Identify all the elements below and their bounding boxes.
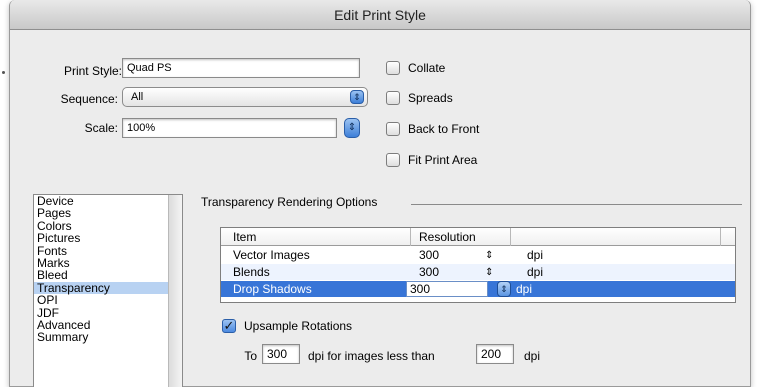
- group-divider: [411, 204, 742, 205]
- upsample-to-input[interactable]: 300: [262, 344, 300, 364]
- fit-print-area-label: Fit Print Area: [408, 153, 478, 167]
- scale-label: Scale:: [84, 121, 118, 135]
- to-label: To: [244, 349, 257, 363]
- column-header-item[interactable]: Item: [221, 228, 411, 246]
- collate-checkbox[interactable]: [386, 61, 400, 75]
- spreads-label: Spreads: [408, 91, 453, 105]
- list-item-bleed[interactable]: Bleed: [34, 269, 182, 282]
- upsample-threshold-input[interactable]: 200: [476, 344, 514, 364]
- collate-option[interactable]: Collate: [386, 59, 445, 77]
- upsample-rotations-label: Upsample Rotations: [244, 319, 353, 333]
- settings-category-list[interactable]: Device Pages Colors Pictures Fonts Marks Bleed…: [33, 194, 183, 387]
- dpi-less-than-label: dpi for images less than: [308, 349, 435, 363]
- column-header-unit[interactable]: [511, 228, 721, 246]
- back-to-front-checkbox[interactable]: [386, 122, 400, 136]
- dpi-label: dpi: [524, 349, 541, 363]
- stray-dot: [2, 71, 5, 74]
- table-row[interactable]: Blends 300 ⇕ dpi: [221, 264, 735, 280]
- sequence-label: Sequence:: [60, 92, 118, 106]
- sequence-select[interactable]: All ⇕: [122, 87, 368, 107]
- dialog-title: Edit Print Style: [10, 0, 750, 30]
- row-resolution: 300: [419, 248, 440, 262]
- back-to-front-label: Back to Front: [408, 122, 480, 136]
- updown-arrows-icon[interactable]: ⇕: [485, 248, 493, 264]
- row-item: Blends: [233, 265, 270, 279]
- list-item-pages[interactable]: Pages: [34, 207, 182, 220]
- edit-print-style-dialog: Edit Print Style Print Style: Quad PS Se…: [9, 0, 751, 387]
- updown-arrows-icon[interactable]: ⇕: [485, 265, 493, 281]
- row-unit: dpi: [516, 282, 533, 296]
- row-unit: dpi: [527, 265, 544, 279]
- sequence-value: All: [131, 91, 144, 103]
- list-item-summary[interactable]: Summary: [34, 331, 182, 344]
- scale-input[interactable]: 100%: [122, 118, 337, 138]
- scale-stepper[interactable]: ⇕: [344, 118, 360, 138]
- resolution-stepper[interactable]: ⇕: [497, 281, 511, 297]
- collate-label: Collate: [408, 61, 446, 75]
- row-item: Drop Shadows: [233, 282, 312, 296]
- row-item: Vector Images: [233, 248, 310, 262]
- spreads-checkbox[interactable]: [386, 91, 400, 105]
- row-resolution: 300: [419, 265, 440, 279]
- upsample-rotations-checkbox[interactable]: ✓: [222, 319, 236, 333]
- fit-print-area-checkbox[interactable]: [386, 153, 400, 167]
- table-row[interactable]: Vector Images 300 ⇕ dpi: [221, 247, 735, 263]
- print-style-label: Print Style:: [63, 64, 122, 78]
- list-scrollbar[interactable]: [168, 195, 182, 387]
- table-header: Item Resolution: [221, 228, 735, 246]
- print-style-input[interactable]: Quad PS: [122, 58, 360, 78]
- back-to-front-option[interactable]: Back to Front: [386, 120, 479, 138]
- fit-print-area-option[interactable]: Fit Print Area: [386, 151, 477, 169]
- transparency-group-title: Transparency Rendering Options: [201, 195, 378, 209]
- transparency-table: Item Resolution Vector Images 300 ⇕ dpi …: [220, 227, 736, 303]
- column-header-resolution[interactable]: Resolution: [411, 228, 511, 246]
- table-row-selected[interactable]: Drop Shadows 300 ⇕ dpi: [221, 281, 735, 297]
- spreads-option[interactable]: Spreads: [386, 89, 453, 107]
- list-item-pictures[interactable]: Pictures: [34, 232, 182, 245]
- upsample-rotations-option[interactable]: ✓ Upsample Rotations: [222, 317, 352, 335]
- list-item-opi[interactable]: OPI: [34, 294, 182, 307]
- resolution-edit-field[interactable]: 300: [406, 281, 488, 297]
- row-unit: dpi: [527, 248, 544, 262]
- updown-arrows-icon: ⇕: [350, 90, 364, 104]
- updown-arrows-icon: ⇕: [347, 122, 357, 133]
